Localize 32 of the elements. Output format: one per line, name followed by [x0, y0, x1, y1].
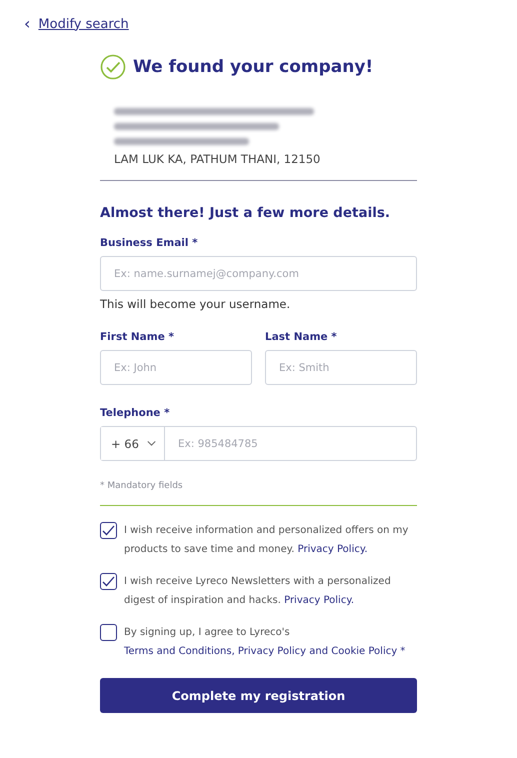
telephone-field[interactable]: + 66 Ex: 985484785 — [100, 426, 417, 461]
last-name-field[interactable]: Ex: Smith — [265, 350, 417, 385]
field-label: Business Email * — [100, 237, 199, 249]
policy-link[interactable]: , Privacy Policy — [232, 646, 306, 657]
checkbox[interactable] — [100, 522, 117, 539]
success-title: We found your company! — [133, 57, 374, 77]
form-title: Almost there! Just a few more details. — [100, 205, 391, 221]
help-text: This will become your username. — [100, 297, 292, 311]
consent-text: By signing up, I agree to Lyreco's Terms and Conditions, Privacy Policy and Cookie Policy * — [124, 626, 406, 659]
mandatory-note: * Mandatory fields — [100, 481, 184, 491]
consent-text: I wish receive Lyreco Newsletters with a personalized digest of inspiration and hacks. Privacy Policy. — [124, 575, 392, 608]
checkbox[interactable] — [100, 573, 117, 590]
chevron-down-icon — [146, 440, 156, 447]
field-label: First Name * — [100, 331, 175, 343]
policy-link[interactable]: Privacy Policy. — [298, 544, 368, 555]
checkbox[interactable] — [100, 624, 117, 641]
field-label: Last Name * — [265, 331, 338, 343]
policy-link[interactable]: and Cookie Policy * — [306, 646, 406, 657]
modify-search-link[interactable]: ‹ Modify search — [24, 16, 129, 32]
check-icon — [102, 576, 115, 587]
check-circle-icon — [100, 54, 126, 80]
country-code-dropdown[interactable]: + 66 — [101, 427, 165, 460]
field-label: Telephone * — [100, 407, 171, 419]
policy-link[interactable]: Privacy Policy. — [284, 595, 354, 606]
email-field[interactable]: Ex: name.surnamej@company.com — [100, 256, 417, 291]
policy-link[interactable]: Terms and Conditions — [124, 646, 232, 657]
complete-registration-button[interactable]: Complete my registration — [100, 678, 417, 713]
first-name-field[interactable]: Ex: John — [100, 350, 252, 385]
back-chevron-icon: ‹ — [24, 16, 30, 32]
check-icon — [102, 525, 115, 536]
company-address: LAM LUK KA, PATHUM THANI, 12150 — [114, 152, 322, 166]
consent-text: I wish receive information and personalized offers on my products to save time and money. Privacy Policy. — [124, 524, 410, 557]
